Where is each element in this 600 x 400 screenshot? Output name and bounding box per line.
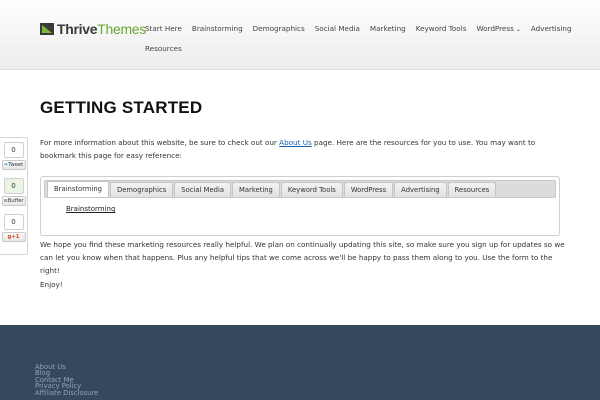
share-count-green: 0 [3,178,24,194]
footer-links: About Us Blog Contact Me Privacy Policy … [35,363,98,396]
tab-marketing[interactable]: Marketing [232,182,280,197]
chevron-down-icon: ⌄ [515,25,521,33]
google-plus-button[interactable]: g+1 [1,232,26,242]
nav-item-resources[interactable]: Resources [140,44,187,53]
nav-row-2: Resources [140,38,580,58]
body-text: We hope you find these marketing resourc… [40,240,565,275]
footer-link-affiliate-disclosure[interactable]: Affiliate Disclosure [35,389,98,396]
tab-keyword-tools[interactable]: Keyword Tools [280,182,343,197]
tweet-button-label: Tweet [8,162,24,168]
logo-text-part2: Themes [97,21,146,37]
nav-item-start-here[interactable]: Start Here [140,24,187,33]
site-footer: About Us Blog Contact Me Privacy Policy … [0,325,600,400]
logo-text: ThriveThemes [57,21,146,37]
nav-item-keyword-tools[interactable]: Keyword Tools [411,24,472,33]
enjoy-text: Enjoy! [40,280,63,289]
site-header: ThriveThemes Start Here Brainstorming De… [0,0,600,70]
main-nav: Start Here Brainstorming Demographics So… [140,18,580,58]
tab-demographics[interactable]: Demographics [110,182,174,197]
nav-item-social-media[interactable]: Social Media [310,24,365,33]
tab-brainstorming[interactable]: Brainstorming [47,181,109,197]
intro-text-start: For more information about this website,… [40,138,280,147]
brainstorming-link[interactable]: Brainstorming [66,205,115,213]
thrive-logo-icon [40,23,54,35]
intro-text: For more information about this website,… [40,136,565,162]
about-us-link[interactable]: About Us [279,138,312,147]
nav-item-brainstorming[interactable]: Brainstorming [187,24,248,33]
share-sidebar: 0 ❧Tweet 0 ≡Buffer 0 g+1 [0,137,28,255]
resource-tabs: Brainstorming Demographics Social Media … [40,176,560,236]
tab-advertising[interactable]: Advertising [394,182,447,197]
tab-wordpress[interactable]: WordPress [343,182,394,197]
tweet-button[interactable]: ❧Tweet [1,160,26,170]
nav-row-1: Start Here Brainstorming Demographics So… [140,18,580,38]
buffer-button-label: Buffer [7,198,24,204]
nav-item-advertising[interactable]: Advertising [526,24,577,33]
tab-bar: Brainstorming Demographics Social Media … [44,180,556,198]
nav-item-wordpress[interactable]: WordPress ⌄ [471,24,525,33]
nav-item-wordpress-label: WordPress [476,23,514,33]
tab-social-media[interactable]: Social Media [174,182,231,197]
logo-text-part1: Thrive [57,21,98,37]
nav-item-marketing[interactable]: Marketing [365,24,411,33]
share-count-top: 0 [3,142,24,158]
page-title: GETTING STARTED [40,98,203,117]
tab-resources[interactable]: Resources [447,182,497,197]
share-count-bottom: 0 [3,214,24,230]
nav-item-demographics[interactable]: Demographics [248,24,310,33]
buffer-button[interactable]: ≡Buffer [1,196,26,206]
site-logo[interactable]: ThriveThemes [40,21,146,37]
